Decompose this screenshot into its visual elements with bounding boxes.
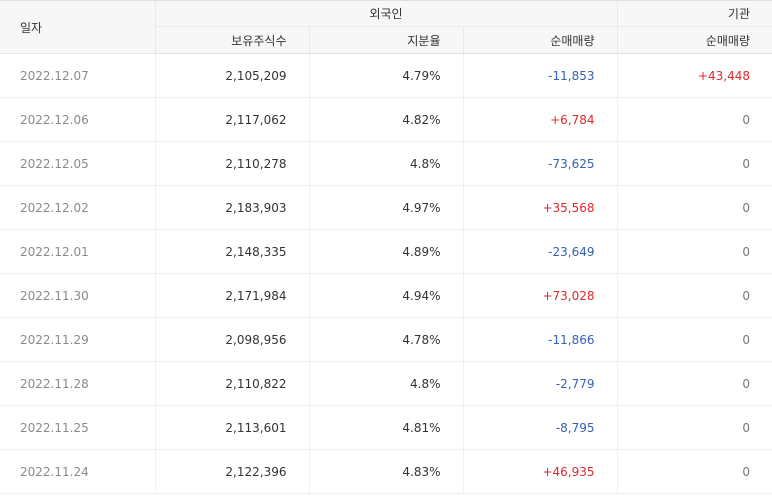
ratio-cell: 4.82%: [309, 97, 464, 142]
holdings-cell: 2,148,335: [155, 229, 310, 274]
holdings-cell: 2,098,956: [155, 317, 310, 362]
foreign-net-cell: +73,028: [463, 273, 618, 318]
date-cell: 2022.11.25: [0, 405, 156, 450]
table-row: 2022.11.24 2,122,396 4.83% +46,935 0: [0, 449, 772, 494]
ratio-cell: 4.79%: [309, 53, 464, 98]
ratio-cell: 4.78%: [309, 317, 464, 362]
table-body: 2022.12.07 2,105,209 4.79% -11,853 +43,4…: [0, 53, 772, 494]
foreign-net-cell: +6,784: [463, 97, 618, 142]
holdings-cell: 2,117,062: [155, 97, 310, 142]
foreign-net-cell: -23,649: [463, 229, 618, 274]
table-row: 2022.12.02 2,183,903 4.97% +35,568 0: [0, 185, 772, 230]
institution-net-cell: 0: [617, 317, 772, 362]
institution-net-cell: 0: [617, 405, 772, 450]
date-cell: 2022.12.01: [0, 229, 156, 274]
institution-net-cell: 0: [617, 141, 772, 186]
holdings-cell: 2,183,903: [155, 185, 310, 230]
table-row: 2022.11.25 2,113,601 4.81% -8,795 0: [0, 405, 772, 450]
table-row: 2022.11.29 2,098,956 4.78% -11,866 0: [0, 317, 772, 362]
date-cell: 2022.12.05: [0, 141, 156, 186]
investor-trading-table: 일자 외국인 기관 보유주식수 지분율 순매매량 순매매량 2022.12.07…: [0, 0, 772, 494]
foreign-net-cell: -11,866: [463, 317, 618, 362]
date-cell: 2022.11.29: [0, 317, 156, 362]
institution-net-cell: 0: [617, 449, 772, 494]
holdings-cell: 2,171,984: [155, 273, 310, 318]
table-row: 2022.12.06 2,117,062 4.82% +6,784 0: [0, 97, 772, 142]
ratio-cell: 4.94%: [309, 273, 464, 318]
holdings-cell: 2,122,396: [155, 449, 310, 494]
foreign-net-cell: +46,935: [463, 449, 618, 494]
ratio-column-header: 지분율: [309, 26, 464, 54]
foreign-net-column-header: 순매매량: [463, 26, 618, 54]
date-cell: 2022.11.28: [0, 361, 156, 406]
institution-net-column-header: 순매매량: [617, 26, 772, 54]
ratio-cell: 4.8%: [309, 141, 464, 186]
date-cell: 2022.12.02: [0, 185, 156, 230]
date-cell: 2022.11.30: [0, 273, 156, 318]
institution-net-cell: 0: [617, 273, 772, 318]
holdings-column-header: 보유주식수: [155, 26, 310, 54]
table-header: 일자 외국인 기관 보유주식수 지분율 순매매량 순매매량: [0, 0, 772, 54]
foreign-net-cell: -2,779: [463, 361, 618, 406]
table-row: 2022.11.28 2,110,822 4.8% -2,779 0: [0, 361, 772, 406]
ratio-cell: 4.97%: [309, 185, 464, 230]
foreign-net-cell: -11,853: [463, 53, 618, 98]
institution-group-header: 기관: [617, 0, 772, 27]
date-cell: 2022.12.07: [0, 53, 156, 98]
institution-net-cell: 0: [617, 361, 772, 406]
institution-net-cell: 0: [617, 97, 772, 142]
table-row: 2022.12.01 2,148,335 4.89% -23,649 0: [0, 229, 772, 274]
foreign-net-cell: +35,568: [463, 185, 618, 230]
foreign-net-cell: -8,795: [463, 405, 618, 450]
holdings-cell: 2,113,601: [155, 405, 310, 450]
holdings-cell: 2,110,822: [155, 361, 310, 406]
institution-net-cell: 0: [617, 185, 772, 230]
institution-net-cell: 0: [617, 229, 772, 274]
ratio-cell: 4.83%: [309, 449, 464, 494]
table-row: 2022.12.05 2,110,278 4.8% -73,625 0: [0, 141, 772, 186]
date-cell: 2022.11.24: [0, 449, 156, 494]
date-cell: 2022.12.06: [0, 97, 156, 142]
institution-net-cell: +43,448: [617, 53, 772, 98]
date-column-header: 일자: [0, 0, 156, 54]
ratio-cell: 4.8%: [309, 361, 464, 406]
foreign-net-cell: -73,625: [463, 141, 618, 186]
holdings-cell: 2,110,278: [155, 141, 310, 186]
table-row: 2022.11.30 2,171,984 4.94% +73,028 0: [0, 273, 772, 318]
holdings-cell: 2,105,209: [155, 53, 310, 98]
table-row: 2022.12.07 2,105,209 4.79% -11,853 +43,4…: [0, 53, 772, 98]
ratio-cell: 4.81%: [309, 405, 464, 450]
ratio-cell: 4.89%: [309, 229, 464, 274]
foreign-group-header: 외국인: [155, 0, 618, 27]
